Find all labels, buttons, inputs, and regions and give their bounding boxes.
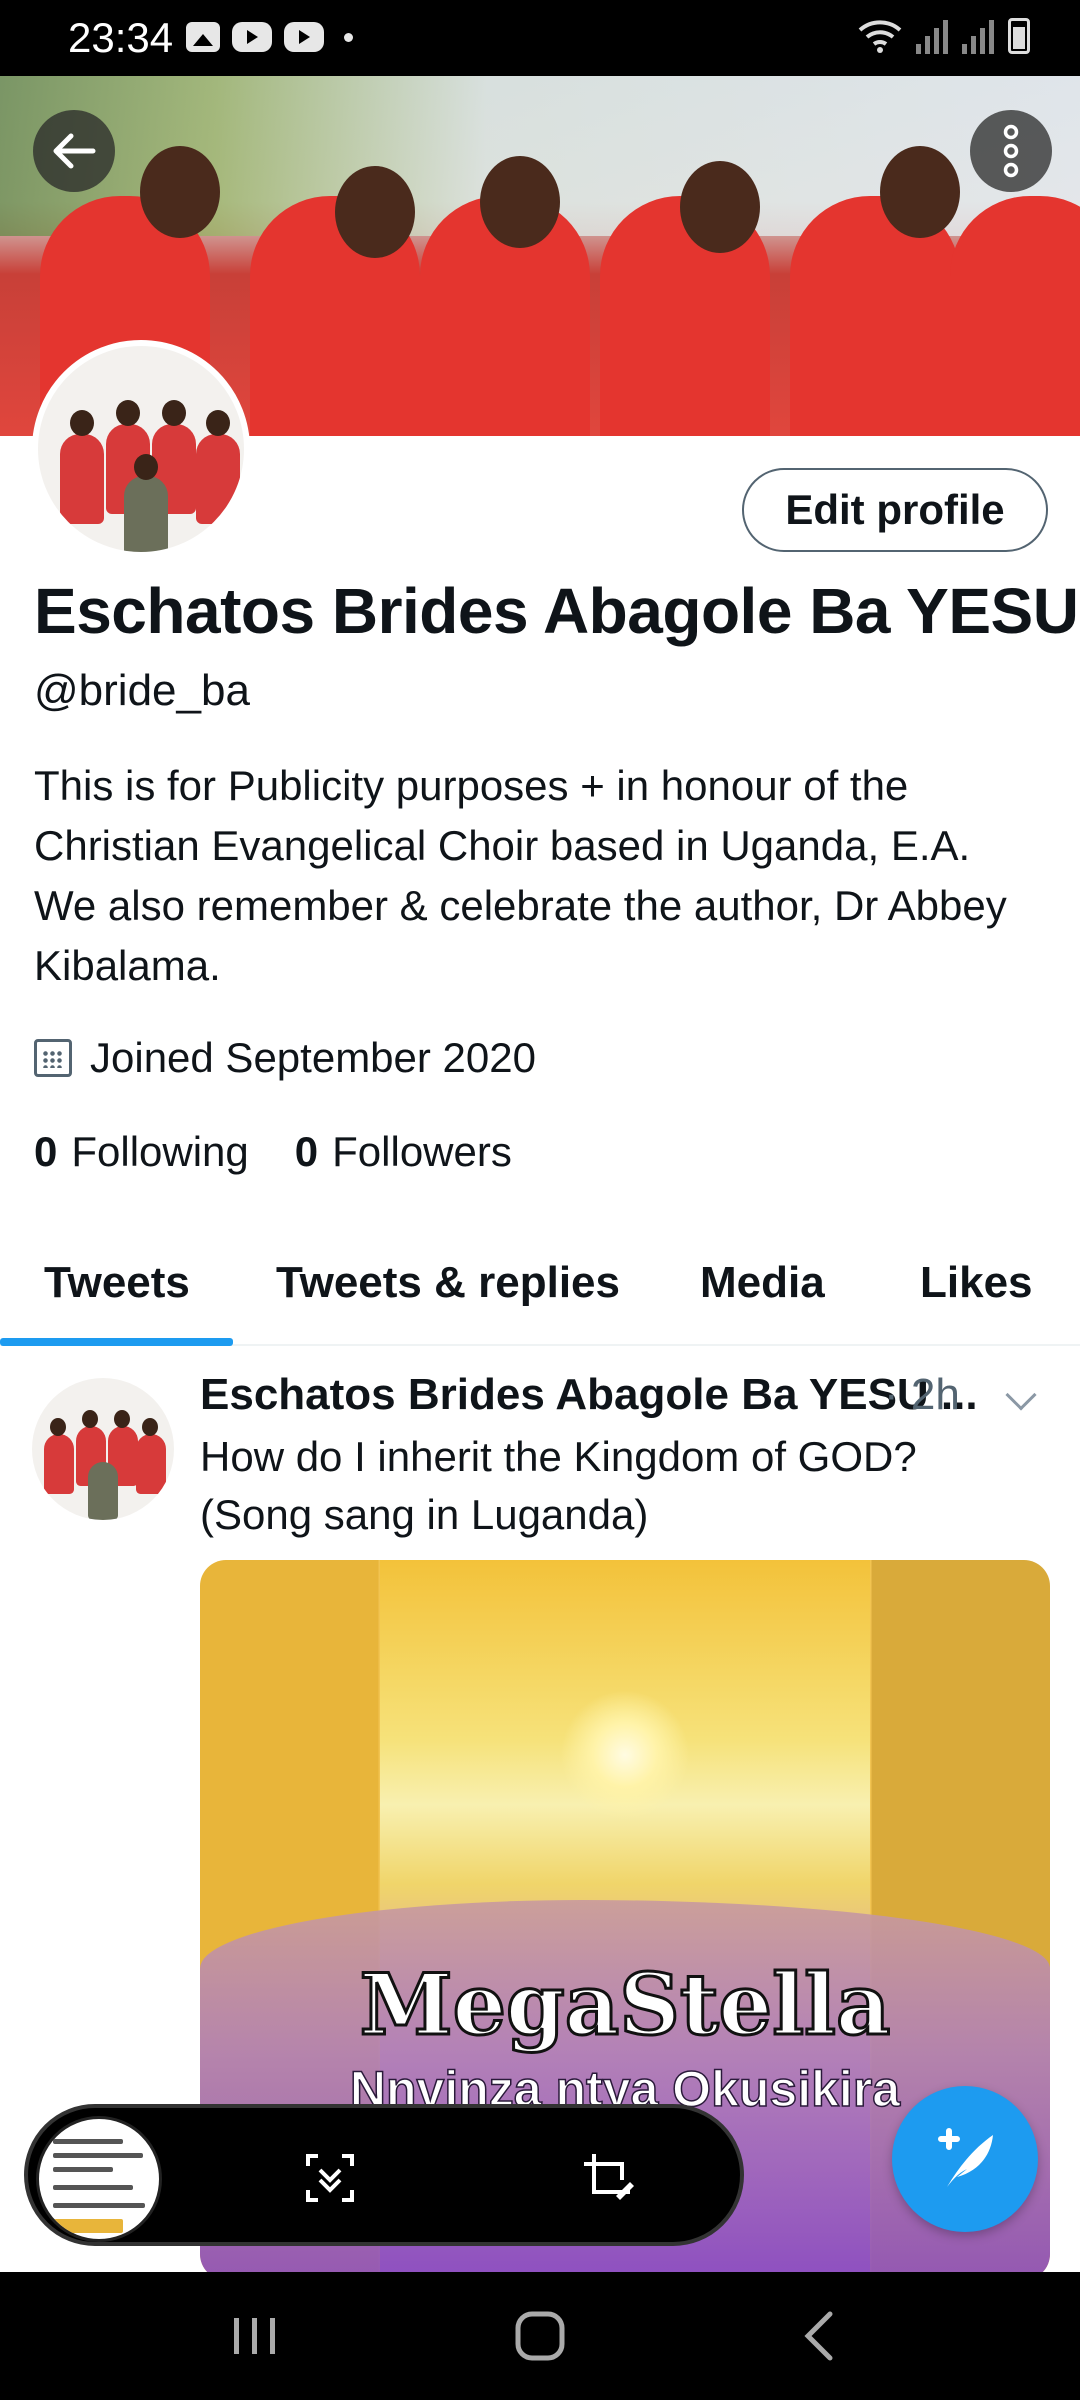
tweet-timestamp: · 2h (884, 1370, 960, 1419)
avatar-face (114, 1410, 130, 1428)
tab-selected-indicator (0, 1338, 233, 1346)
following-count: 0 (34, 1128, 58, 1175)
joined-text: Joined September 2020 (90, 1034, 536, 1081)
tweet-avatar[interactable] (32, 1378, 174, 1520)
tab-media[interactable]: Media (700, 1258, 825, 1308)
avatar-face (116, 400, 140, 426)
chevron-left-icon (804, 2311, 833, 2361)
edit-profile-button[interactable]: Edit profile (742, 468, 1048, 552)
tab-likes[interactable]: Likes (920, 1258, 1033, 1308)
more-vertical-icon (1003, 124, 1019, 178)
banner-face (335, 166, 415, 258)
tab-tweets[interactable]: Tweets (44, 1258, 190, 1308)
avatar-face (206, 410, 230, 436)
home-icon (515, 2311, 565, 2361)
screenshot-thumbnail[interactable] (36, 2116, 162, 2242)
avatar-figure (88, 1462, 118, 1520)
follow-stats: 0 Following 0 Followers (34, 1128, 512, 1176)
more-notifications-dot-icon (344, 32, 353, 42)
back-button[interactable] (33, 110, 115, 192)
avatar-face (50, 1418, 66, 1436)
battery-icon (1008, 18, 1030, 54)
signal-icon (916, 20, 948, 54)
scroll-capture-button[interactable] (300, 2148, 360, 2208)
youtube-icon (232, 22, 272, 52)
more-options-button[interactable] (970, 110, 1052, 192)
thumb-line (53, 2203, 145, 2208)
avatar-face (142, 1418, 158, 1436)
signal-icon (962, 20, 994, 54)
crop-icon (584, 2154, 634, 2200)
compose-tweet-button[interactable] (892, 2086, 1038, 2232)
avatar-face (82, 1410, 98, 1428)
profile-name: Eschatos Brides Abagole Ba YESU (34, 575, 1079, 647)
tab-tweets-replies[interactable]: Tweets & replies (276, 1258, 620, 1308)
banner-figure (950, 196, 1080, 436)
back-nav-button[interactable] (790, 2306, 850, 2366)
media-title: MegaStella (358, 1954, 892, 2056)
arrow-left-icon (53, 133, 96, 169)
system-navigation-bar (0, 2272, 1080, 2400)
scroll-capture-icon (306, 2154, 354, 2202)
joined-date: Joined September 2020 (34, 1034, 536, 1082)
avatar-photo (38, 346, 244, 552)
screenshot-toolbar (24, 2104, 744, 2246)
profile-avatar[interactable] (32, 340, 250, 558)
avatar-face (134, 454, 158, 480)
notification-icons (186, 22, 353, 52)
followers-link[interactable]: 0 Followers (295, 1128, 512, 1176)
avatar-face (70, 410, 94, 436)
gallery-icon (186, 22, 220, 52)
following-label: Following (71, 1128, 249, 1175)
recent-apps-icon (234, 2318, 275, 2354)
avatar-figure (124, 476, 168, 552)
thumb-line (53, 2153, 143, 2158)
avatar-face (162, 400, 186, 426)
profile-tabs: Tweets Tweets & replies Media Likes (0, 1222, 1080, 1346)
status-bar: 23:34 (0, 0, 1080, 76)
banner-face (880, 146, 960, 238)
thumb-line (53, 2185, 133, 2190)
tweet-author-name[interactable]: Eschatos Brides Abagole Ba YESU ... (200, 1370, 978, 1420)
system-icons (858, 18, 1030, 54)
avatar-figure (60, 434, 104, 524)
following-link[interactable]: 0 Following (34, 1128, 249, 1176)
tweet-menu-chevron-down-icon[interactable] (1005, 1379, 1037, 1411)
home-button[interactable] (500, 2306, 580, 2366)
followers-count: 0 (294, 1128, 319, 1175)
youtube-icon (284, 22, 324, 52)
banner-face (140, 146, 220, 238)
recent-apps-button[interactable] (220, 2306, 290, 2366)
thumb-line (53, 2219, 123, 2233)
status-time: 23:34 (68, 14, 174, 61)
compose-feather-icon (938, 2128, 993, 2187)
avatar-figure (196, 434, 240, 524)
profile-bio: This is for Publicity purposes + in hono… (34, 762, 1007, 989)
banner-face (480, 156, 560, 248)
avatar-figure (44, 1434, 74, 1494)
thumb-line (53, 2139, 123, 2144)
wifi-icon (858, 20, 902, 53)
profile-handle: @bride_ba (34, 666, 250, 715)
avatar-figure (136, 1434, 166, 1494)
followers-label: Followers (332, 1128, 512, 1175)
tweet-text: How do I inherit the Kingdom of GOD? (So… (200, 1433, 917, 1538)
calendar-icon (34, 1039, 72, 1077)
banner-face (680, 161, 760, 253)
media-sun (560, 1690, 690, 1820)
crop-edit-button[interactable] (578, 2148, 638, 2208)
thumb-line (53, 2167, 113, 2172)
